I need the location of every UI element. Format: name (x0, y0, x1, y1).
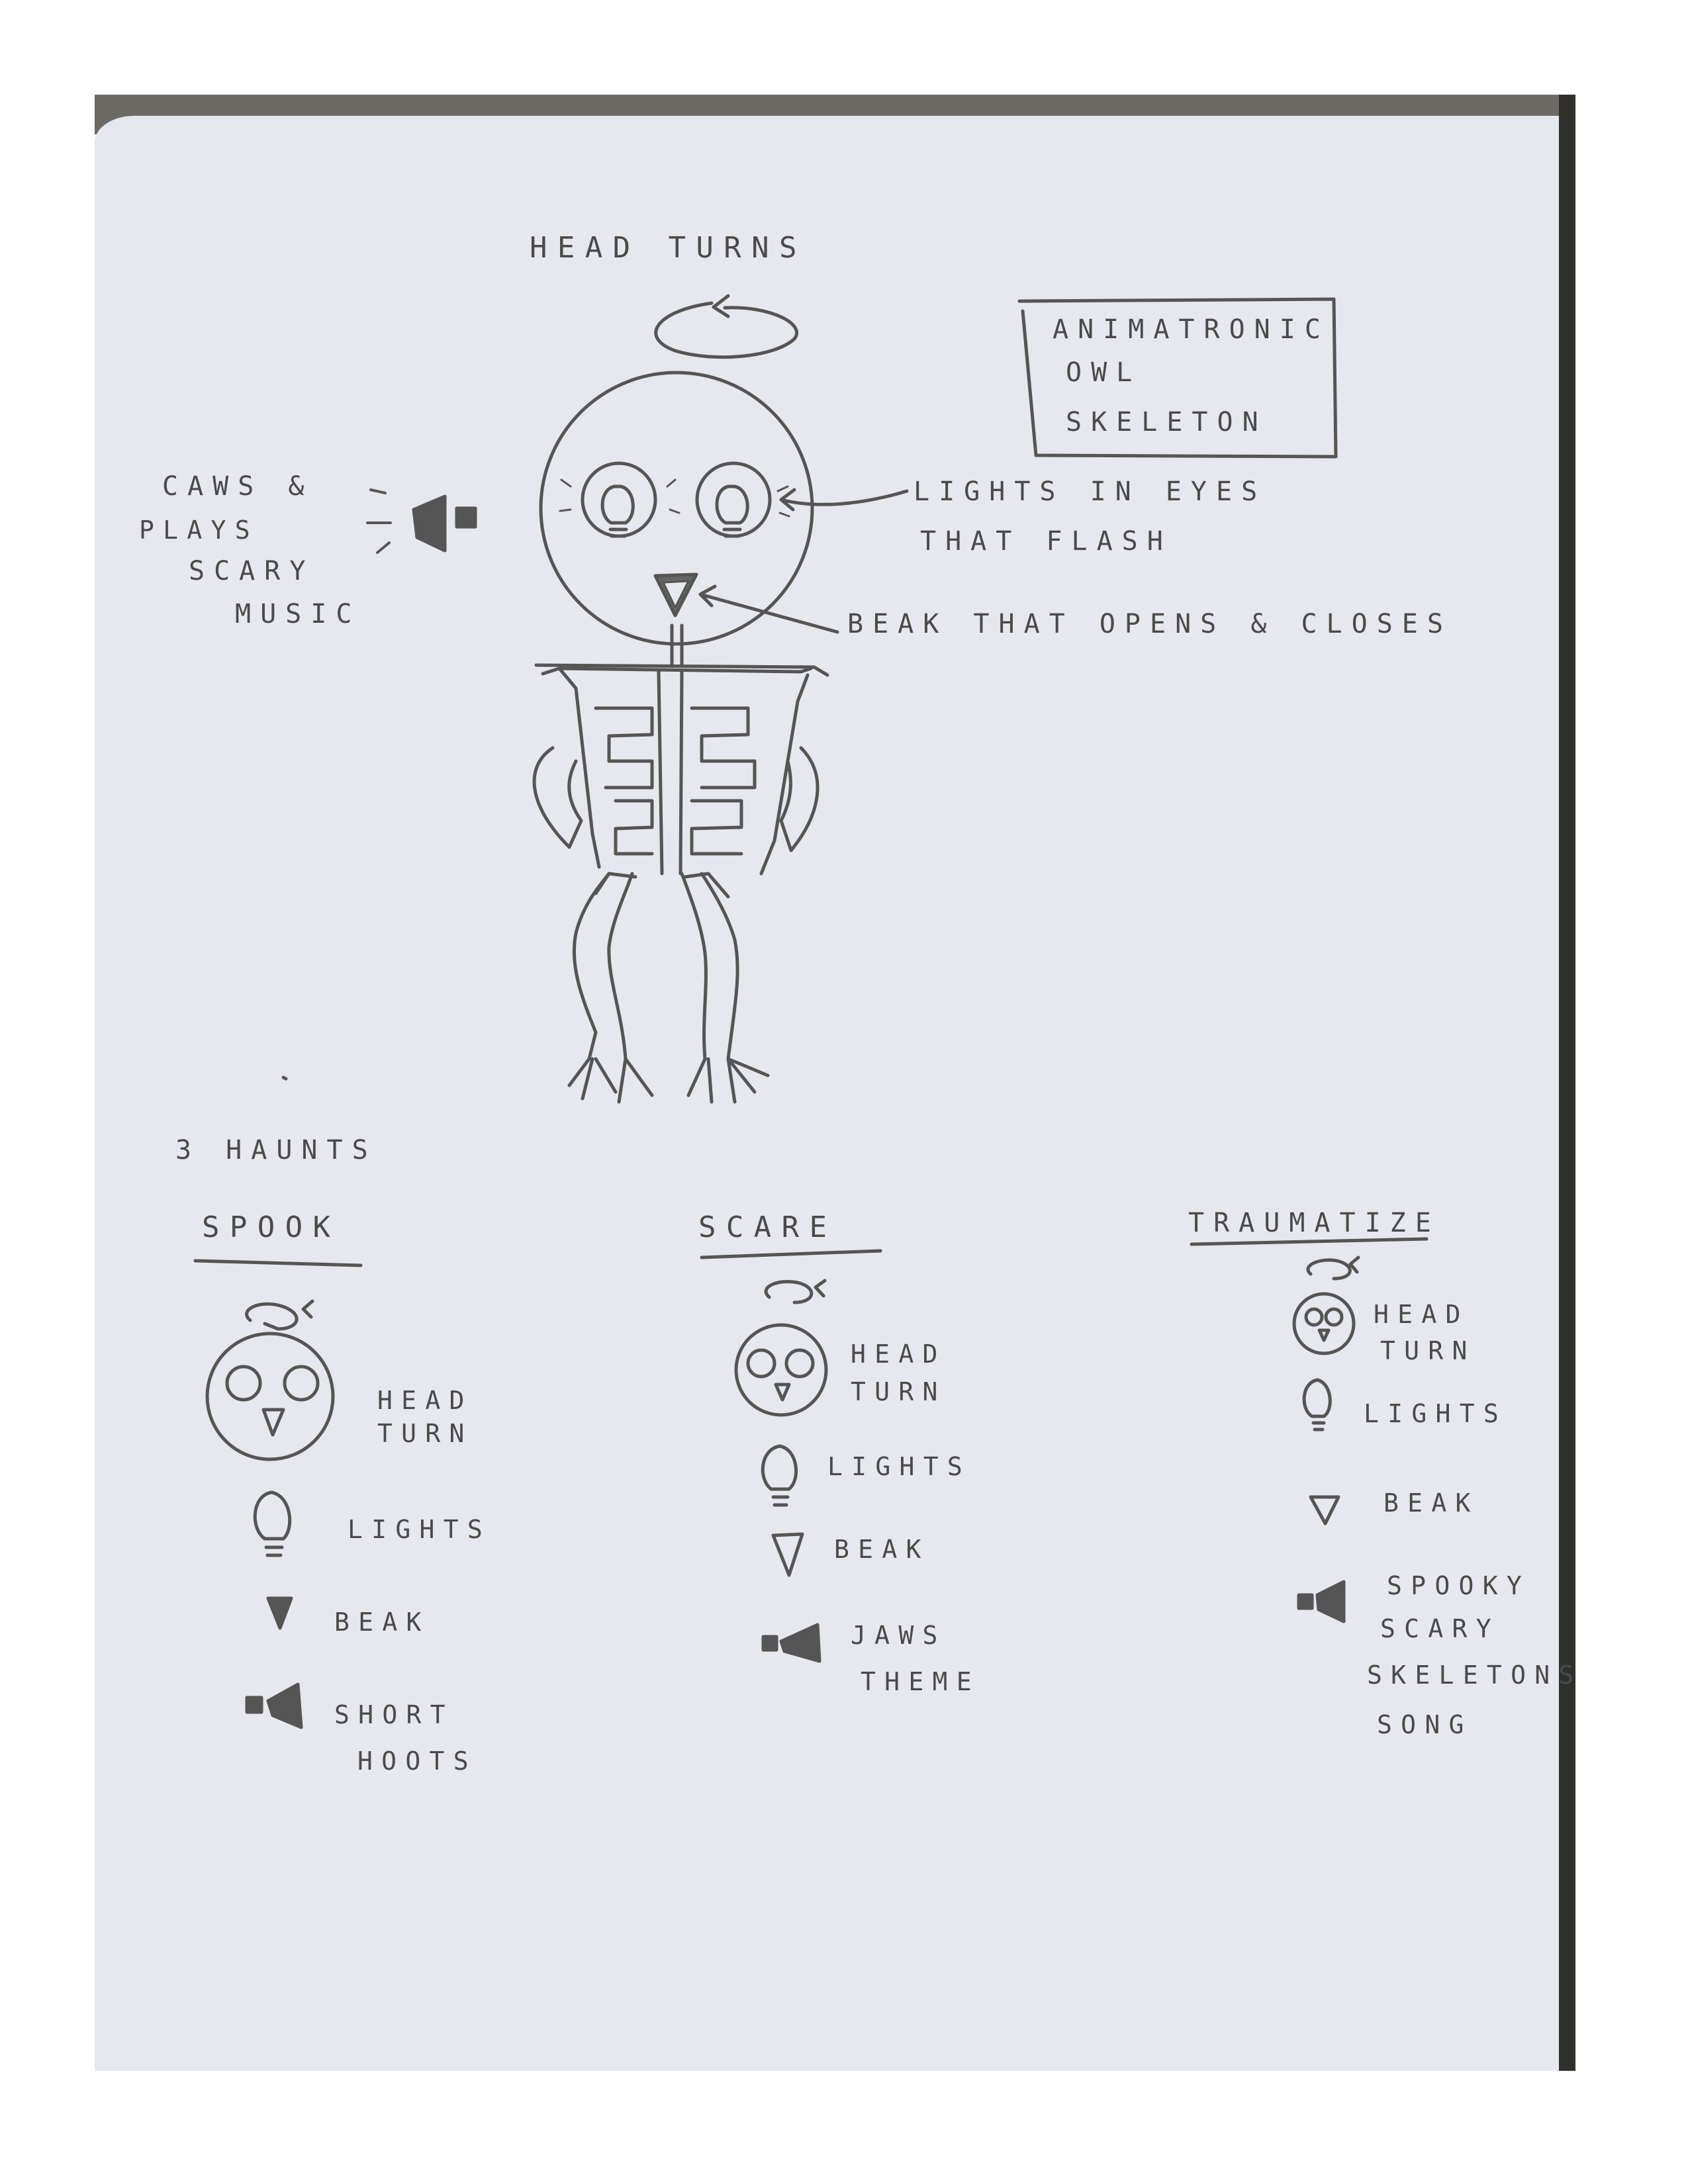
beak-label: BEAK (834, 1535, 930, 1564)
owl-head-icon (205, 1332, 335, 1461)
bulb-icon (761, 1444, 798, 1507)
eyes-arrow (779, 488, 909, 512)
sound-label: HOOTS (357, 1747, 477, 1776)
pencil-speck (281, 1075, 288, 1081)
bulb-icon (253, 1490, 292, 1557)
traumatize-icons (1292, 1255, 1360, 1623)
owl-head (539, 371, 814, 646)
lights-eyes-line: LIGHTS IN EYES (914, 477, 1267, 507)
head-turns-label: HEAD TURNS (530, 231, 807, 265)
haunt-title: SPOOK (202, 1210, 341, 1244)
eye-bulb-icon (715, 484, 749, 538)
sound-label: JAWS (851, 1621, 947, 1650)
caws-line: MUSIC (235, 599, 361, 629)
scare-underline (700, 1249, 882, 1259)
eye-bulb-icon (600, 484, 635, 538)
sound-label: SHORT (334, 1700, 454, 1729)
lights-eyes-line: THAT FLASH (920, 526, 1172, 557)
speaker-icon (1297, 1580, 1346, 1623)
spook-icons (205, 1299, 335, 1729)
haunt-title: TRAUMATIZE (1188, 1208, 1440, 1238)
head-turn-label: HEAD (851, 1340, 947, 1369)
sound-label: SKELETONS (1367, 1661, 1583, 1690)
rotate-arrow-icon (654, 294, 798, 359)
head-turn-label: HEAD (1374, 1300, 1470, 1329)
lights-label: LIGHTS (348, 1515, 492, 1544)
spook-underline (193, 1259, 363, 1267)
head-turn-label: TURN (851, 1377, 947, 1406)
three-haunts-label: 3 HAUNTS (175, 1135, 377, 1165)
sound-label: SCARY (1380, 1614, 1500, 1643)
owl-sketch (193, 294, 1429, 1729)
head-turn-label: HEAD (377, 1386, 473, 1415)
title-line: SKELETON (1066, 407, 1268, 437)
sound-label: SONG (1377, 1710, 1473, 1739)
beak-label: BEAK (334, 1608, 430, 1637)
beak-opens-label: BEAK THAT OPENS & CLOSES (847, 609, 1452, 639)
sound-label: SPOOKY (1387, 1571, 1531, 1600)
caws-line: SCARY (189, 556, 315, 586)
title-line: ANIMATRONIC (1053, 314, 1330, 345)
caws-line: CAWS & (162, 471, 314, 502)
beak-icon (771, 1532, 804, 1577)
speaker-icon (366, 488, 477, 554)
sound-label: THEME (861, 1667, 980, 1696)
head-turn-label: TURN (1380, 1336, 1476, 1365)
caws-line: PLAYS (139, 516, 259, 545)
haunt-title: SCARE (698, 1210, 837, 1244)
beak-icon (266, 1596, 293, 1630)
traumatize-underline (1190, 1237, 1429, 1246)
speaker-icon (761, 1623, 821, 1663)
title-line: OWL (1066, 357, 1142, 388)
speaker-icon (245, 1682, 303, 1729)
owl-skeleton-body (532, 623, 829, 1104)
lights-label: LIGHTS (827, 1452, 972, 1481)
beak-icon (1309, 1495, 1340, 1525)
owl-head-icon (1292, 1292, 1356, 1355)
lights-label: LIGHTS (1364, 1399, 1508, 1428)
scare-icons (734, 1279, 828, 1663)
beak-label: BEAK (1383, 1488, 1479, 1518)
head-turn-label: TURN (377, 1419, 473, 1448)
bulb-icon (1302, 1378, 1332, 1432)
